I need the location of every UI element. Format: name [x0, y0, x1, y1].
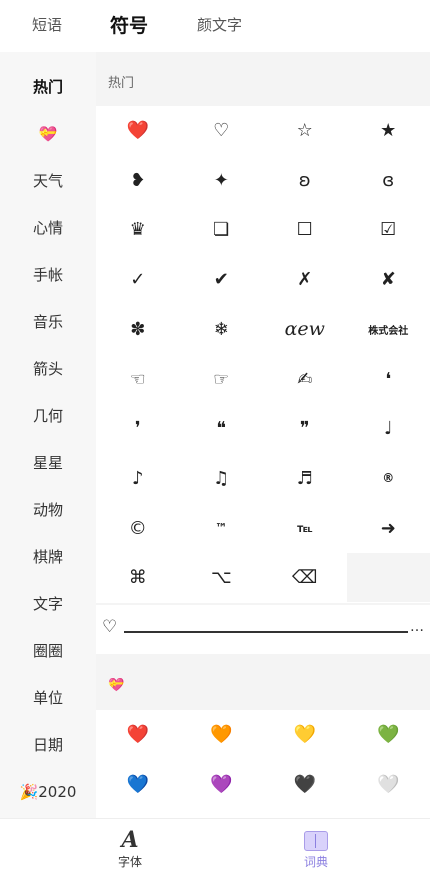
symbol-cell[interactable]: ⌫: [263, 553, 347, 602]
symbol-cell[interactable]: ✘: [347, 255, 430, 304]
tab-kaomoji[interactable]: 颜文字: [197, 14, 242, 35]
tab-symbols[interactable]: 符号: [110, 11, 148, 38]
symbol-cell[interactable]: ʚ: [263, 156, 347, 205]
sidebar-item-arrows[interactable]: 箭头: [0, 346, 96, 393]
symbol-cell[interactable]: ɞ: [347, 156, 430, 205]
symbol-cell[interactable]: ☆: [263, 106, 347, 155]
symbol-cell[interactable]: ✍: [263, 355, 347, 404]
section-title-hearts: 💝: [108, 676, 124, 696]
heart-symbol-grid: ❤️🧡💛💚 💙💜🖤🤍: [96, 710, 430, 818]
symbol-cell[interactable]: ®: [347, 454, 430, 503]
symbol-cell[interactable]: 🖤: [263, 760, 347, 809]
section-title-hot: 热门: [108, 74, 134, 94]
symbol-content: 热门 ❤️♡☆★❥✦ʚɞ♛❏☐☑✓✔✗✘✽❄ɑew株式会社☜☞✍❛❜❝❞♩♪♫♬…: [96, 52, 430, 818]
nav-dictionary[interactable]: 词典: [276, 827, 356, 870]
symbol-cell[interactable]: ❄: [180, 305, 264, 354]
sidebar-item-music[interactable]: 音乐: [0, 299, 96, 346]
empty-cell: [347, 553, 430, 602]
symbol-cell[interactable]: 株式会社: [347, 305, 430, 354]
ellipsis-icon: …: [410, 619, 424, 635]
symbol-cell[interactable]: ♩: [347, 404, 430, 453]
sidebar-item-text[interactable]: 文字: [0, 581, 96, 628]
divider-symbol[interactable]: ♡ …: [96, 605, 430, 654]
symbol-cell[interactable]: ★: [347, 106, 430, 155]
symbol-cell[interactable]: ✦: [180, 156, 264, 205]
symbol-cell[interactable]: ☞: [180, 355, 264, 404]
symbol-cell[interactable]: ❞: [263, 404, 347, 453]
sidebar-item-2020[interactable]: 🎉2020: [0, 769, 96, 816]
symbol-cell[interactable]: ❤️: [96, 710, 180, 759]
symbol-cell[interactable]: ♛: [96, 205, 180, 254]
symbol-cell[interactable]: 💚: [347, 710, 430, 759]
nav-font-label: 字体: [118, 855, 142, 869]
sidebar-item-hearts[interactable]: 💝: [0, 111, 96, 158]
symbol-cell[interactable]: ©: [96, 504, 180, 553]
symbol-cell[interactable]: ♡: [180, 106, 264, 155]
symbol-cell[interactable]: ✓: [96, 255, 180, 304]
sidebar-item-stars[interactable]: 星星: [0, 440, 96, 487]
sidebar-item-hot[interactable]: 热门: [0, 64, 96, 111]
symbol-cell[interactable]: ⌥: [180, 553, 264, 602]
sidebar-item-circles[interactable]: 圈圈: [0, 628, 96, 675]
sidebar-item-dates[interactable]: 日期: [0, 722, 96, 769]
symbol-cell[interactable]: ™: [180, 504, 264, 553]
symbol-cell[interactable]: ✽: [96, 305, 180, 354]
symbol-cell[interactable]: 🤍: [347, 760, 430, 809]
symbol-cell[interactable]: ➜: [347, 504, 430, 553]
sidebar-item-cards[interactable]: 棋牌: [0, 534, 96, 581]
divider-line: [124, 631, 408, 633]
sidebar-item-animals[interactable]: 动物: [0, 487, 96, 534]
nav-dictionary-label: 词典: [304, 855, 328, 869]
sidebar-item-mood[interactable]: 心情: [0, 205, 96, 252]
symbol-cell[interactable]: ❥: [96, 156, 180, 205]
symbol-cell[interactable]: ☑: [347, 205, 430, 254]
symbol-cell[interactable]: ❏: [180, 205, 264, 254]
sidebar-item-units[interactable]: 单位: [0, 675, 96, 722]
symbol-cell[interactable]: 💛: [263, 710, 347, 759]
symbol-cell[interactable]: ✔: [180, 255, 264, 304]
top-tab-bar: 短语 符号 颜文字: [0, 0, 430, 52]
bottom-nav-bar: A 字体 词典: [0, 818, 430, 880]
sidebar-item-journal[interactable]: 手帐: [0, 252, 96, 299]
symbol-cell[interactable]: ♪: [96, 454, 180, 503]
symbol-cell[interactable]: ℡: [263, 504, 347, 553]
sidebar-item-geometry[interactable]: 几何: [0, 393, 96, 440]
hot-symbol-grid: ❤️♡☆★ ❥✦ʚɞ ♛❏☐☑ ✓✔✗✘ ✽❄ɑew株式会社 ☜☞✍❛ ❜❝❞♩ ♪♫♬® ©™…: [96, 106, 430, 603]
tab-phrases[interactable]: 短语: [32, 14, 62, 35]
symbol-cell[interactable]: ♬: [263, 454, 347, 503]
symbol-cell[interactable]: ❜: [96, 404, 180, 453]
symbol-cell[interactable]: ❝: [180, 404, 264, 453]
symbol-cell[interactable]: 💙: [96, 760, 180, 809]
symbol-cell[interactable]: ❛: [347, 355, 430, 404]
book-icon: [276, 827, 356, 853]
category-sidebar: 热门 💝 天气 心情 手帐 音乐 箭头 几何 星星 动物 棋牌 文字 圈圈 单位…: [0, 52, 96, 818]
symbol-cell[interactable]: ⌘: [96, 553, 180, 602]
nav-font[interactable]: A 字体: [90, 827, 170, 870]
symbol-cell[interactable]: 💜: [180, 760, 264, 809]
font-icon: A: [90, 827, 170, 853]
tab-symbols-label: 符号: [110, 15, 148, 37]
symbol-cell[interactable]: ɑew: [263, 305, 347, 354]
symbol-cell[interactable]: 🧡: [180, 710, 264, 759]
symbol-cell[interactable]: ☐: [263, 205, 347, 254]
sidebar-item-weather[interactable]: 天气: [0, 158, 96, 205]
heart-outline-icon: ♡: [102, 617, 117, 637]
symbol-cell[interactable]: ❤️: [96, 106, 180, 155]
symbol-cell[interactable]: ✗: [263, 255, 347, 304]
symbol-cell[interactable]: ♫: [180, 454, 264, 503]
symbol-cell[interactable]: ☜: [96, 355, 180, 404]
